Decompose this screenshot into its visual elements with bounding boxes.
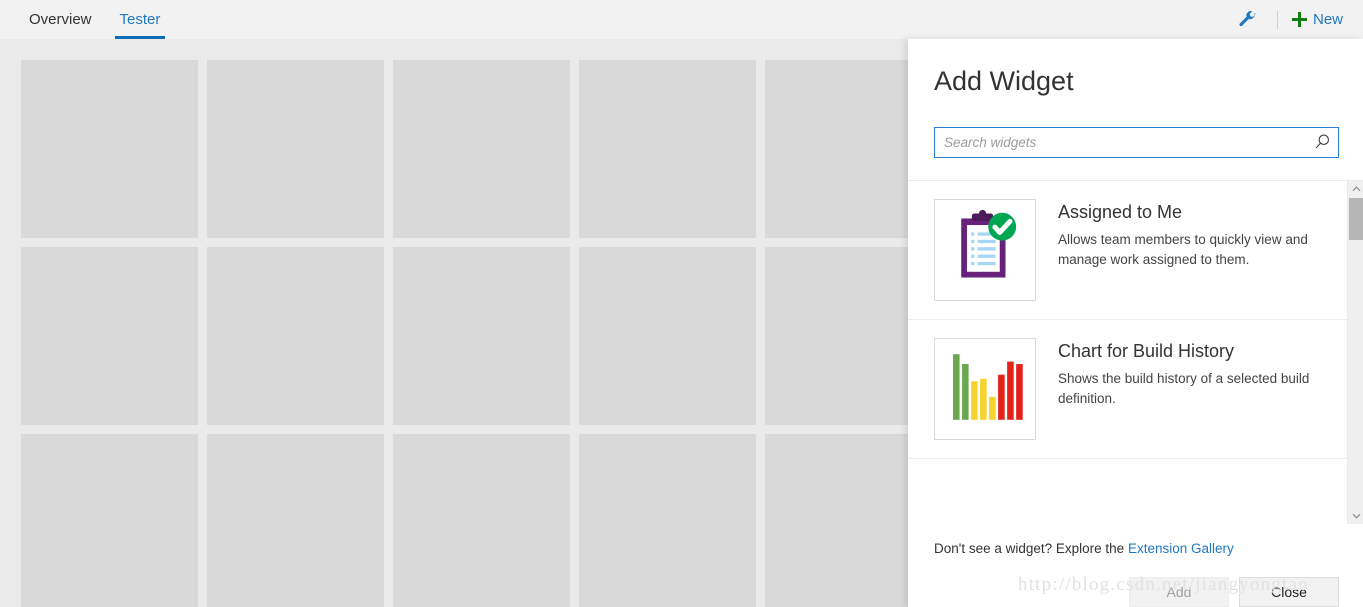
dashboard-tile[interactable] [207,434,384,607]
add-button-label: Add [1166,584,1192,600]
dashboard-tile[interactable] [393,434,570,607]
search-input[interactable] [934,127,1339,158]
wrench-icon[interactable] [1231,3,1265,37]
app-root: Overview Tester New Add Widget Search wi… [0,0,1363,607]
widget-list: Assigned to Me Allows team members to qu… [908,180,1363,524]
widget-description: Shows the build history of a selected bu… [1058,371,1310,406]
tab-overview[interactable]: Overview [15,0,106,39]
tab-tester[interactable]: Tester [106,0,175,39]
dashboard-tile[interactable] [207,60,384,238]
bar-chart-icon [944,346,1026,433]
dashboard-tile[interactable] [21,434,198,607]
widget-thumbnail [934,199,1036,301]
widget-name: Chart for Build History [1058,341,1235,361]
new-button[interactable]: New [1290,11,1345,28]
tab-tester-label: Tester [119,11,161,28]
close-button[interactable]: Close [1239,577,1339,607]
plus-icon [1291,12,1307,27]
chevron-down-icon[interactable] [1348,508,1363,524]
dashboard-tile[interactable] [579,60,756,238]
add-button[interactable]: Add [1129,577,1229,607]
widget-info: Assigned to Me Allows team members to qu… [1036,199,1326,301]
widget-thumbnail [934,338,1036,440]
widget-info: Chart for Build History Shows the build … [1036,338,1326,440]
extension-gallery-note: Don't see a widget? Explore the Extensio… [934,524,1339,556]
widget-list-item-chart-for-build-history[interactable]: Chart for Build History Shows the build … [908,320,1347,459]
widget-list-items: Assigned to Me Allows team members to qu… [908,181,1347,524]
widget-list-scrollbar[interactable] [1347,181,1363,524]
new-button-label: New [1312,11,1343,28]
tab-overview-label: Overview [29,11,92,28]
close-button-label: Close [1271,584,1307,600]
panel-title: Add Widget [934,66,1074,96]
widget-description: Allows team members to quickly view and … [1058,232,1308,267]
dashboard-tile[interactable] [207,247,384,425]
dashboard-tile[interactable] [21,247,198,425]
top-bar-actions: New [1231,0,1363,39]
panel-action-buttons: Add Close [934,577,1339,607]
extension-gallery-note-text: Don't see a widget? Explore the [934,541,1128,556]
dashboard-tabs: Overview Tester [0,0,174,39]
dashboard-tile[interactable] [579,247,756,425]
scrollbar-thumb[interactable] [1349,198,1363,240]
dashboard-tile[interactable] [393,247,570,425]
dashboard-tile[interactable] [393,60,570,238]
widget-name: Assigned to Me [1058,202,1183,222]
add-widget-panel: Add Widget Search widgets Assigned to Me… [908,39,1363,607]
clipboard-check-icon [944,207,1026,294]
toolbar-divider [1276,10,1278,29]
panel-footer: Don't see a widget? Explore the Extensio… [908,524,1363,607]
extension-gallery-link[interactable]: Extension Gallery [1128,541,1234,556]
dashboard-tile[interactable] [21,60,198,238]
top-navigation-bar: Overview Tester New [0,0,1363,39]
dashboard-tile[interactable] [579,434,756,607]
widget-list-item-assigned-to-me[interactable]: Assigned to Me Allows team members to qu… [908,181,1347,320]
search-widgets-container [934,127,1339,158]
chevron-up-icon[interactable] [1348,181,1363,197]
